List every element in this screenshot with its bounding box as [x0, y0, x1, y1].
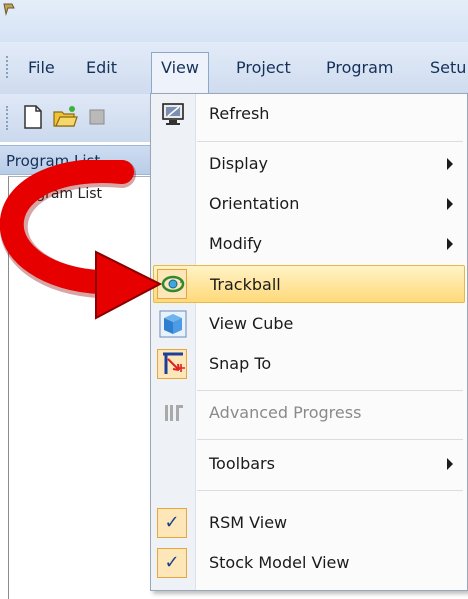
menu-item-trackball-label: Trackball	[210, 275, 281, 294]
stock-model-view-checkbox: ✓	[157, 548, 187, 578]
menu-item-refresh-label: Refresh	[209, 104, 270, 123]
menu-setup[interactable]: Setu	[422, 53, 468, 83]
menu-item-snap-to[interactable]: Snap To	[153, 345, 465, 383]
menu-item-rsm-view[interactable]: ✓ RSM View	[153, 504, 465, 542]
menu-item-stock-model-view[interactable]: ✓ Stock Model View	[153, 544, 465, 582]
menu-item-modify-label: Modify	[209, 234, 263, 253]
menu-item-stock-model-view-label: Stock Model View	[209, 553, 350, 572]
save-disabled-icon[interactable]	[84, 104, 110, 130]
menu-item-snap-to-label: Snap To	[209, 354, 272, 373]
menu-project[interactable]: Project	[228, 53, 299, 83]
open-folder-icon[interactable]	[52, 104, 78, 130]
menu-item-rsm-view-label: RSM View	[209, 513, 288, 532]
menu-bar: File Edit View Project Program Setu	[0, 42, 468, 95]
menu-program[interactable]: Program	[318, 53, 402, 83]
menu-view[interactable]: View	[151, 52, 209, 95]
menu-separator	[197, 439, 463, 440]
menu-item-advanced-progress[interactable]: Advanced Progress	[153, 394, 465, 432]
submenu-arrow-icon	[447, 158, 453, 170]
toolbar-grip[interactable]	[6, 106, 11, 130]
red-annotation-arrow-icon	[0, 160, 163, 320]
menu-item-advanced-progress-label: Advanced Progress	[209, 403, 362, 422]
submenu-arrow-icon	[447, 238, 453, 250]
menu-item-refresh[interactable]: Refresh	[153, 95, 465, 133]
menu-item-orientation-label: Orientation	[209, 194, 300, 213]
menu-file[interactable]: File	[20, 53, 63, 83]
menu-item-toolbars[interactable]: Toolbars	[153, 445, 465, 483]
checkmark-icon: ✓	[164, 512, 180, 533]
new-file-icon[interactable]	[20, 104, 46, 130]
menu-bar-grip[interactable]	[6, 56, 11, 78]
menu-item-view-cube-label: View Cube	[209, 314, 294, 333]
submenu-arrow-icon	[447, 458, 453, 470]
snap-to-icon	[163, 352, 185, 374]
submenu-arrow-icon	[447, 198, 453, 210]
progress-bars-icon	[165, 405, 183, 421]
menu-separator	[197, 141, 463, 142]
checkmark-icon: ✓	[164, 552, 180, 573]
menu-separator	[197, 490, 463, 491]
menu-edit[interactable]: Edit	[78, 53, 125, 83]
menu-separator	[197, 390, 463, 391]
monitor-refresh-icon	[162, 103, 184, 125]
rsm-view-checkbox: ✓	[157, 508, 187, 538]
app-logo-icon	[3, 3, 15, 16]
title-bar	[0, 0, 468, 42]
menu-item-display-label: Display	[209, 154, 268, 173]
menu-item-toolbars-label: Toolbars	[209, 454, 275, 473]
